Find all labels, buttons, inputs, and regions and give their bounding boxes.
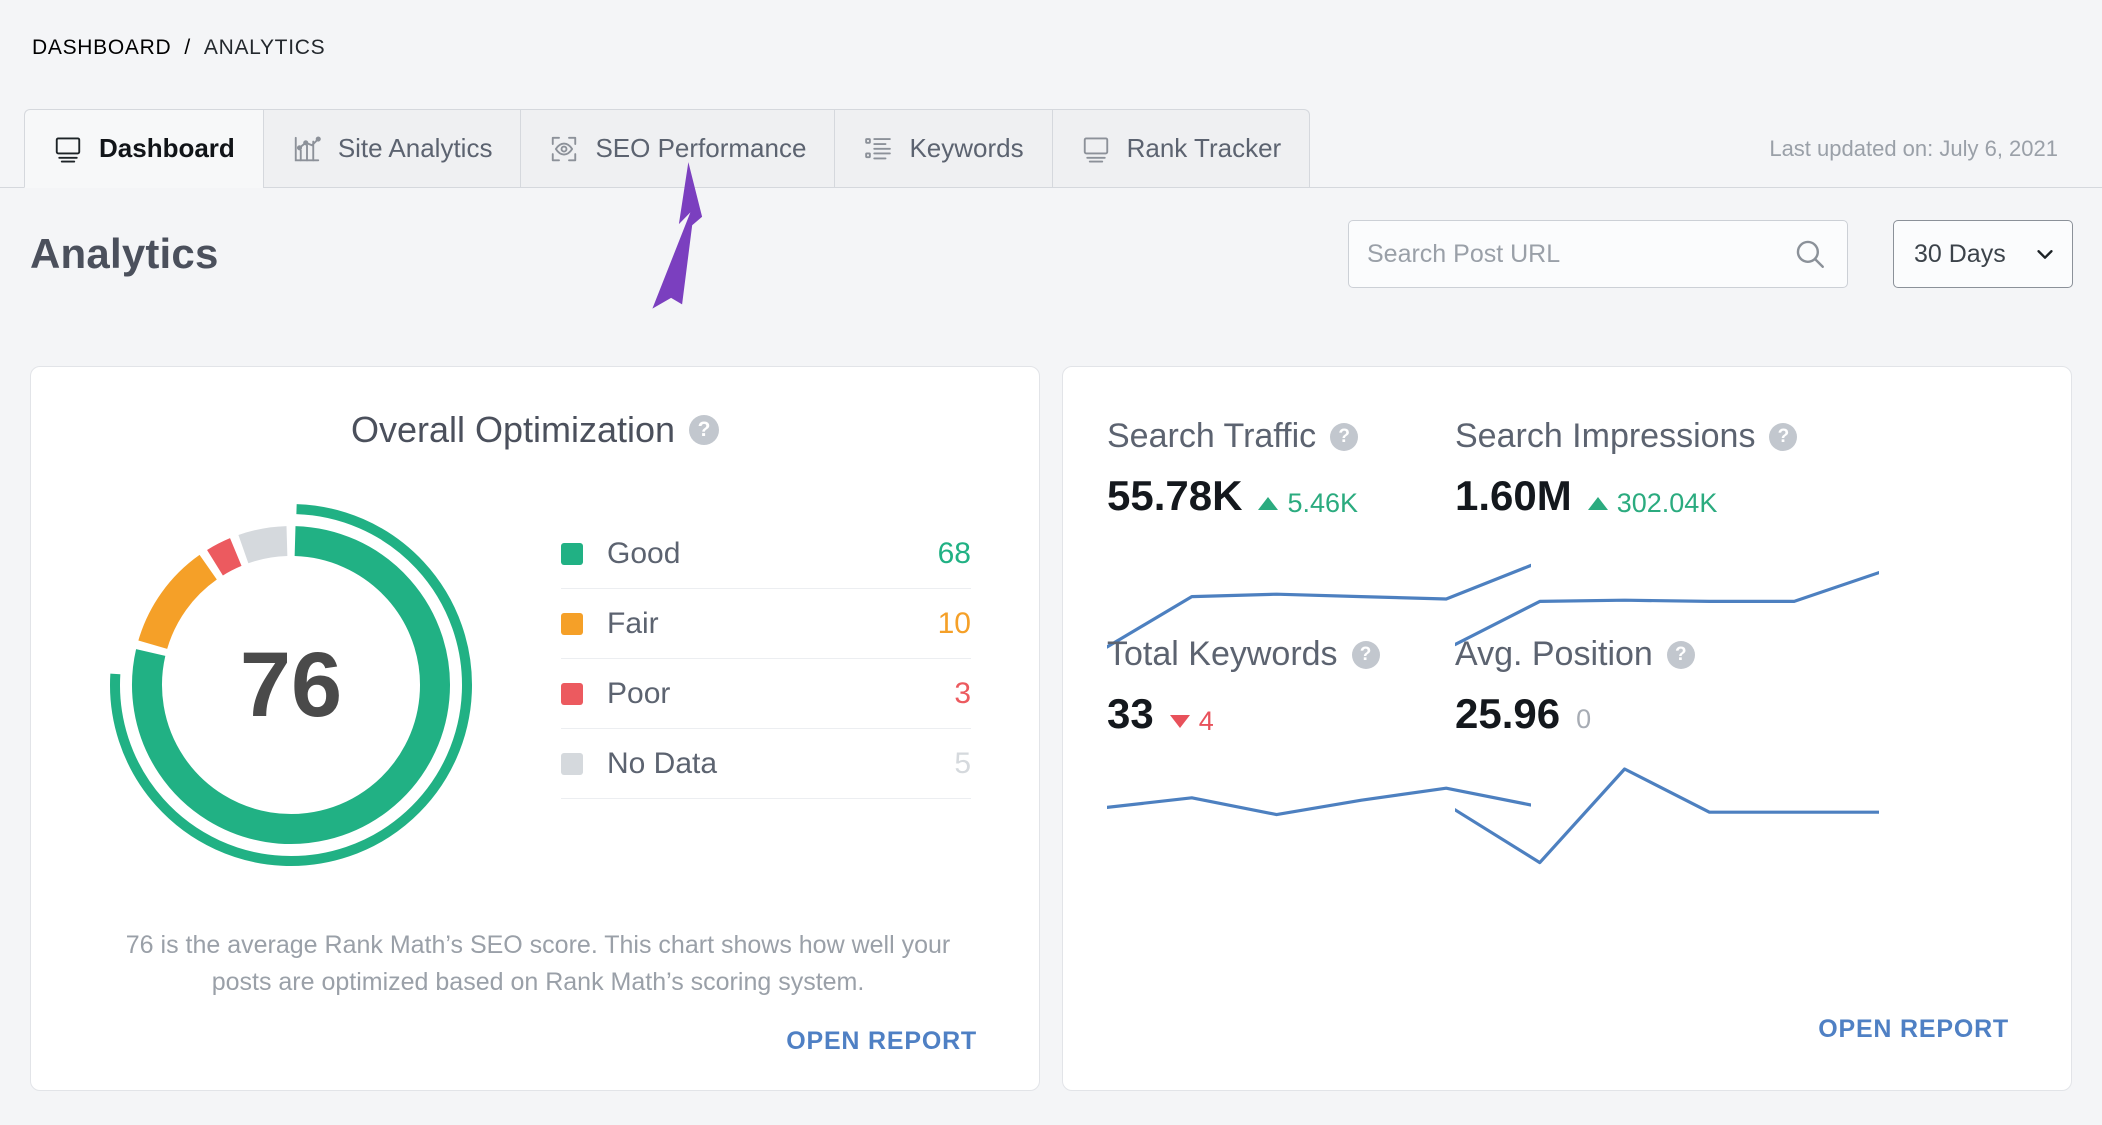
stat-label: Search Traffic [1107,417,1317,455]
open-report-link-left[interactable]: OPEN REPORT [786,1027,977,1056]
search-icon[interactable] [1793,237,1827,271]
stat-value: 33 [1107,690,1154,737]
stat-delta: 4 [1169,706,1214,737]
stat-delta: 302.04K [1587,488,1718,519]
stat-delta: 0 [1576,704,1591,735]
stat-value: 1.60M [1455,472,1572,519]
bar-chart-icon [292,134,322,164]
legend-label: Poor [607,676,671,710]
optimization-legend: Good 68 Fair 10 Poor 3 No Data 5 [561,519,971,799]
optimization-donut-chart: 76 [91,485,491,885]
analytics-dashboard-page: DASHBOARD / ANALYTICS Dashboard Site Anal… [0,0,2102,1125]
legend-row: Fair 10 [561,589,971,659]
breadcrumb-current: ANALYTICS [203,36,326,59]
stat-label: Avg. Position [1455,635,1653,673]
tab-label: Dashboard [99,133,235,163]
overall-optimization-description: 76 is the average Rank Math’s SEO score.… [125,931,951,996]
eye-focus-icon [549,134,579,164]
tab-dashboard[interactable]: Dashboard [24,109,263,188]
stat-delta-value: 4 [1198,706,1214,736]
overall-optimization-card: Overall Optimization ? 76 Good 68 Fair 10 Po… [30,366,1040,1091]
tab-list: Dashboard Site Analytics SEO Performance Ke… [24,109,1311,188]
tab-label: Rank Tracker [1126,133,1282,163]
donut-score-value: 76 [239,633,343,736]
trend-down-icon [1169,715,1190,728]
stat-header: Search Impressions? [1455,417,1895,456]
stat-delta-value: 302.04K [1616,488,1718,518]
question-mark-icon[interactable]: ? [1769,422,1798,451]
stat-label: Total Keywords [1107,635,1338,673]
monitor-icon [1081,134,1111,164]
stat-value: 25.96 [1455,690,1561,737]
stat-delta-value: 5.46K [1287,488,1358,518]
stat-search-impressions: Search Impressions? 1.60M 302.04K [1455,417,1895,520]
overall-optimization-title: Overall Optimization ? [31,409,1039,451]
stat-value: 55.78K [1107,472,1243,519]
trend-up-icon [1587,497,1608,510]
tab-site-analytics[interactable]: Site Analytics [262,109,521,187]
stat-value-row: 1.60M 302.04K [1455,472,1895,520]
breadcrumb-root[interactable]: DASHBOARD [32,36,171,60]
tab-seo-performance[interactable]: SEO Performance [520,109,835,187]
date-range-select[interactable]: 30 Days [1893,220,2073,288]
search-input[interactable] [1349,221,1793,287]
question-mark-icon[interactable]: ? [689,415,720,445]
stat-header: Avg. Position? [1455,635,1895,674]
legend-swatch-icon [561,752,583,775]
page-title: Analytics [30,230,219,277]
overall-optimization-label: Overall Optimization [350,409,676,450]
legend-value: 5 [954,746,971,780]
tab-label: Site Analytics [337,133,493,163]
legend-swatch-icon [561,682,583,705]
page-toolbar: Analytics 30 Days [0,188,2102,348]
legend-value: 10 [937,606,971,640]
stats-grid: Search Traffic? 55.78K 5.46K Search Impress… [1063,367,2071,1090]
legend-label: No Data [607,746,718,780]
stat-delta: 5.46K [1258,488,1358,519]
question-mark-icon[interactable]: ? [1666,640,1695,669]
legend-value: 68 [937,536,971,570]
legend-swatch-icon [561,612,583,635]
tab-keywords[interactable]: Keywords [834,109,1052,187]
question-mark-icon[interactable]: ? [1330,422,1359,451]
last-updated-label: Last updated on: July 6, 2021 [1769,136,2058,161]
legend-row: Good 68 [561,519,971,589]
legend-label: Good [607,536,681,570]
legend-label: Fair [607,606,659,640]
stat-delta-value: 0 [1576,704,1592,734]
stat-value-row: 25.96 0 [1455,690,1895,738]
search-console-stats-card: Search Traffic? 55.78K 5.46K Search Impress… [1062,366,2072,1091]
list-icon [863,134,893,164]
legend-swatch-icon [561,542,583,565]
tab-label: Keywords [909,133,1024,163]
stat-avg-position: Avg. Position? 25.96 0 [1455,635,1895,738]
question-mark-icon[interactable]: ? [1351,640,1380,669]
legend-row: No Data 5 [561,729,971,799]
tab-rank-tracker[interactable]: Rank Tracker [1051,109,1311,187]
tab-label: SEO Performance [595,133,807,163]
legend-row: Poor 3 [561,659,971,729]
trend-up-icon [1258,497,1279,510]
open-report-link-right[interactable]: OPEN REPORT [1818,1015,2009,1044]
monitor-icon [53,134,83,164]
breadcrumb: DASHBOARD / ANALYTICS [32,36,325,60]
breadcrumb-separator: / [184,36,191,59]
chevron-down-icon[interactable] [2034,243,2056,265]
sparkline-avg-position [1455,757,1879,877]
date-range-value: 30 Days [1914,239,2006,268]
search-post-url-box[interactable] [1348,220,1848,288]
stat-label: Search Impressions [1455,417,1756,455]
legend-value: 3 [954,676,971,710]
tab-bar: Dashboard Site Analytics SEO Performance Ke… [0,109,2102,188]
